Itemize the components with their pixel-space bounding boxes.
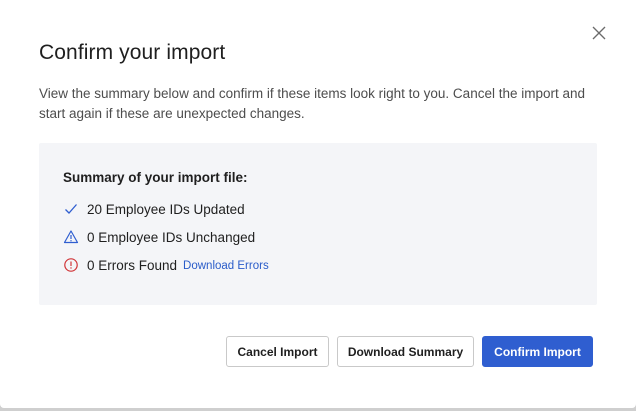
download-summary-button[interactable]: Download Summary [337, 336, 474, 367]
dialog-title: Confirm your import [39, 41, 226, 64]
check-icon [63, 201, 79, 217]
summary-row-label: 0 Employee IDs Unchanged [87, 229, 256, 245]
summary-row-errors: 0 Errors Found Download Errors [63, 255, 269, 275]
summary-heading: Summary of your import file: [63, 170, 248, 185]
summary-row-label: 20 Employee IDs Updated [87, 201, 245, 217]
summary-row-updated: 20 Employee IDs Updated [63, 199, 245, 219]
dialog-description: View the summary below and confirm if th… [39, 86, 586, 121]
warning-icon [63, 229, 79, 245]
summary-row-unchanged: 0 Employee IDs Unchanged [63, 227, 255, 247]
import-summary-panel: Summary of your import file: 20 Employee… [39, 143, 597, 305]
close-button[interactable] [589, 23, 609, 43]
summary-row-label: 0 Errors Found [87, 257, 178, 273]
download-errors-link[interactable]: Download Errors [183, 258, 269, 272]
error-icon [63, 257, 79, 273]
cancel-import-button[interactable]: Cancel Import [226, 336, 329, 367]
close-icon [589, 23, 609, 43]
confirm-import-dialog: Confirm your import View the summary bel… [0, 0, 636, 408]
confirm-import-button[interactable]: Confirm Import [482, 336, 593, 367]
